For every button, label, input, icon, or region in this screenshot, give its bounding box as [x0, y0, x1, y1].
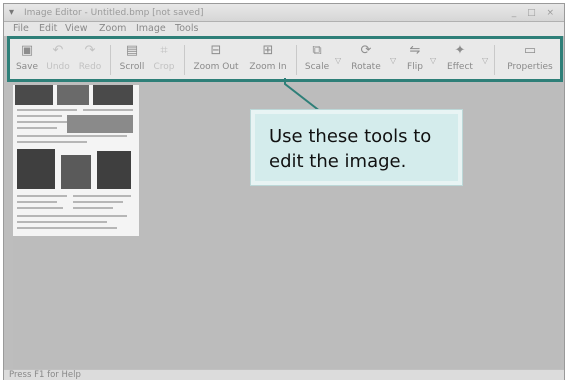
zoom-out-icon: ⊟: [210, 43, 222, 58]
scale-button[interactable]: ⧉ Scale: [302, 43, 332, 77]
crop-button[interactable]: ⌗ Crop: [150, 43, 178, 77]
image-thumbnail: [13, 85, 139, 236]
zoom-out-button[interactable]: ⊟ Zoom Out: [190, 43, 242, 77]
callout-line-1: Use these tools to: [269, 126, 432, 147]
save-icon: ▣: [20, 43, 34, 58]
menu-zoom[interactable]: Zoom: [99, 23, 126, 35]
flip-icon: ⇋: [409, 43, 421, 58]
title-bar: ▾ Image Editor - Untitled.bmp [not saved…: [4, 4, 564, 22]
scale-dropdown-arrow-icon[interactable]: ▽: [335, 56, 341, 66]
zoom-in-button[interactable]: ⊞ Zoom In: [246, 43, 290, 77]
undo-button[interactable]: ↶ Undo: [44, 43, 72, 77]
redo-button[interactable]: ↷ Redo: [76, 43, 104, 77]
undo-icon: ↶: [52, 43, 64, 58]
status-text: Press F1 for Help: [9, 370, 81, 380]
toolbar: ▣ Save ↶ Undo ↷ Redo ▤ Scroll ⌗ Crop ⊟ Z…: [7, 36, 563, 82]
flip-button[interactable]: ⇋ Flip: [402, 43, 428, 77]
scale-icon: ⧉: [312, 43, 322, 58]
save-button[interactable]: ▣ Save: [14, 43, 40, 77]
toolbar-separator: [296, 45, 297, 75]
effect-dropdown-arrow-icon[interactable]: ▽: [482, 56, 488, 66]
scroll-button[interactable]: ▤ Scroll: [116, 43, 148, 77]
callout-box: Use these tools to edit the image.: [250, 109, 463, 186]
properties-button[interactable]: ▭ Properties: [504, 43, 556, 77]
crop-icon: ⌗: [160, 43, 168, 58]
window-menu-icon[interactable]: ▾: [9, 7, 14, 19]
scroll-icon: ▤: [125, 43, 139, 58]
callout-line-2: edit the image.: [269, 151, 407, 172]
window-controls[interactable]: _ □ ×: [512, 7, 558, 19]
rotate-icon: ⟳: [360, 43, 372, 58]
menu-view[interactable]: View: [65, 23, 88, 35]
menu-image[interactable]: Image: [136, 23, 166, 35]
window-title: Image Editor - Untitled.bmp [not saved]: [24, 8, 204, 18]
properties-icon: ▭: [523, 43, 537, 58]
flip-dropdown-arrow-icon[interactable]: ▽: [430, 56, 436, 66]
redo-icon: ↷: [84, 43, 96, 58]
menu-file[interactable]: File: [13, 23, 29, 35]
effect-icon: ✦: [454, 43, 466, 58]
image-editor-window: ▾ Image Editor - Untitled.bmp [not saved…: [3, 3, 565, 380]
menu-bar: File Edit View Zoom Image Tools: [4, 22, 564, 36]
toolbar-separator: [110, 45, 111, 75]
rotate-dropdown-arrow-icon[interactable]: ▽: [390, 56, 396, 66]
status-bar: Press F1 for Help: [4, 369, 564, 380]
toolbar-separator: [184, 45, 185, 75]
effect-button[interactable]: ✦ Effect: [440, 43, 480, 77]
toolbar-separator: [494, 45, 495, 75]
zoom-in-icon: ⊞: [262, 43, 274, 58]
rotate-button[interactable]: ⟳ Rotate: [346, 43, 386, 77]
menu-tools[interactable]: Tools: [175, 23, 198, 35]
menu-edit[interactable]: Edit: [39, 23, 57, 35]
